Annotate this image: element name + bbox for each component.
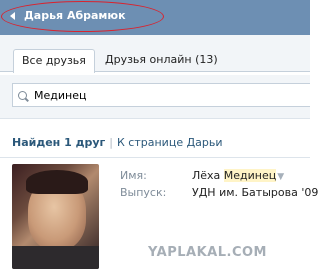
to-profile-link[interactable]: К странице Дарьи — [117, 136, 223, 149]
search-input[interactable] — [34, 88, 294, 102]
tab-bar: Все друзья Друзья онлайн (13) — [0, 35, 310, 73]
friend-first-name: Лёха — [192, 169, 224, 182]
friend-last-name-highlight: Мединец — [223, 169, 277, 182]
top-bar: Дарья Абрамюк — [0, 0, 310, 35]
graduation-value: УДН им. Батырова '09 — [192, 186, 319, 199]
results-count: Найден 1 друг — [12, 136, 106, 149]
results-separator: | — [109, 136, 113, 149]
annotation-oval — [1, 1, 164, 32]
name-label: Имя: — [120, 169, 147, 182]
search-box[interactable] — [12, 83, 310, 107]
graduation-label: Выпуск: — [120, 186, 167, 199]
friends-panel: Все друзья Друзья онлайн (13) Найден 1 д… — [0, 35, 318, 278]
avatar-shirt — [12, 246, 99, 269]
results-header: Найден 1 друг | К странице Дарьи — [12, 136, 223, 149]
tab-friends-online[interactable]: Друзья онлайн (13) — [97, 49, 226, 73]
search-icon — [18, 90, 27, 100]
dropdown-arrow-icon[interactable]: ▼ — [277, 172, 284, 182]
watermark: YAPLAKAL.COM — [148, 245, 267, 260]
tab-all-friends[interactable]: Все друзья — [13, 49, 95, 73]
avatar-hair — [26, 170, 88, 194]
divider — [0, 157, 310, 158]
friend-name-link[interactable]: Лёха Мединец▼ — [192, 169, 284, 182]
friend-avatar[interactable] — [12, 164, 99, 269]
search-area — [0, 75, 310, 119]
